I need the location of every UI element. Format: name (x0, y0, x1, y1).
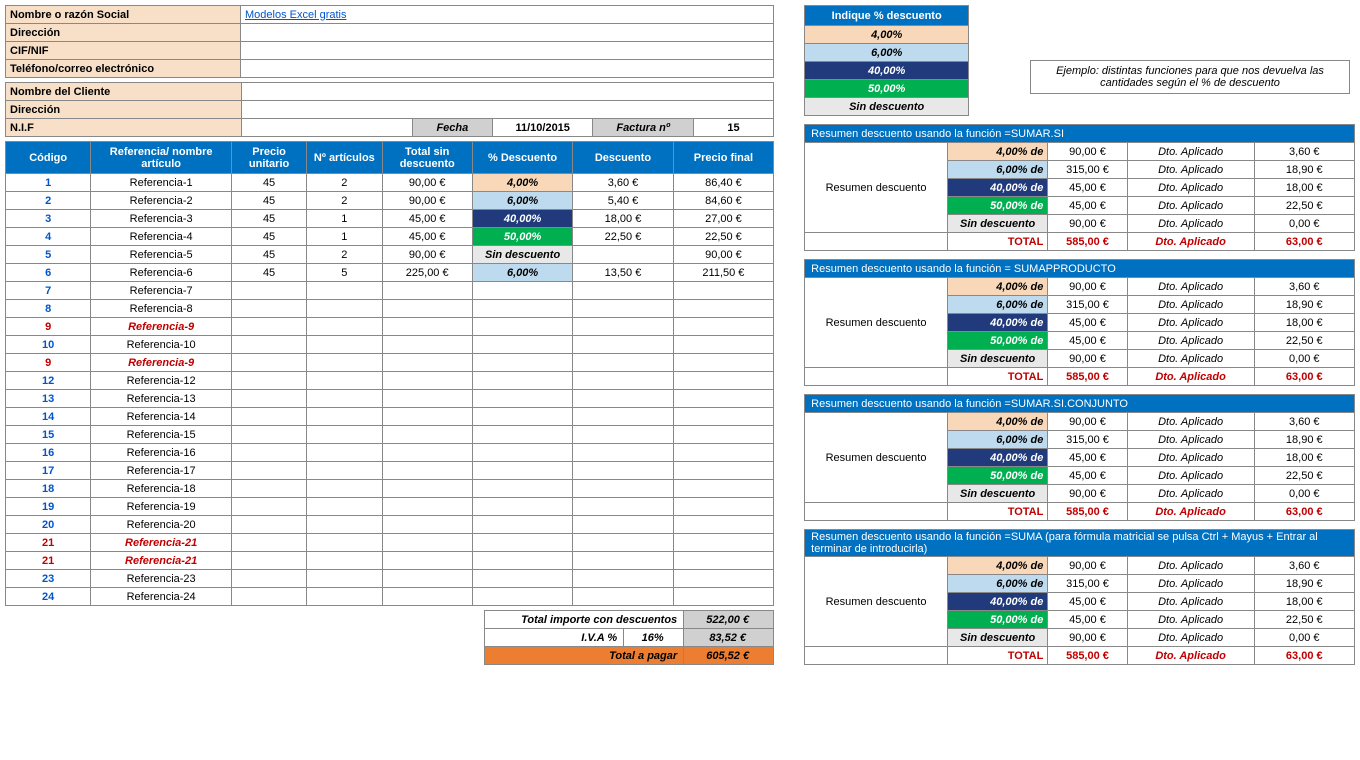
summary-block: Resumen descuento usando la función = SU… (804, 259, 1355, 386)
summary-block: Resumen descuento usando la función =SUM… (804, 394, 1355, 521)
header-desc: Descuento (573, 142, 673, 174)
legend-40: 40,00% (805, 62, 969, 80)
client-name-label: Nombre del Cliente (6, 83, 242, 101)
company-name-label: Nombre o razón Social (6, 6, 241, 24)
totals-table: Total importe con descuentos522,00 € I.V… (484, 610, 774, 665)
table-row: 12Referencia-12 (6, 372, 774, 390)
header-codigo: Código (6, 142, 91, 174)
table-row: 14Referencia-14 (6, 408, 774, 426)
legend-4: 4,00% (805, 26, 969, 44)
table-row: 20Referencia-20 (6, 516, 774, 534)
summary-block: Resumen descuento usando la función =SUM… (804, 124, 1355, 251)
header-tsd: Total sin descuento (382, 142, 472, 174)
fecha-value: 11/10/2015 (493, 119, 593, 137)
items-table: Código Referencia/ nombre artículo Preci… (5, 141, 774, 606)
header-pd: % Descuento (472, 142, 572, 174)
company-cif-label: CIF/NIF (6, 42, 241, 60)
header-na: Nº artículos (307, 142, 382, 174)
totals-iva-pct: 16% (624, 629, 684, 647)
table-row: 1Referencia-145290,00 €4,00%3,60 €86,40 … (6, 174, 774, 192)
summary-block: Resumen descuento usando la función =SUM… (804, 529, 1355, 665)
table-row: 23Referencia-23 (6, 570, 774, 588)
table-row: 16Referencia-16 (6, 444, 774, 462)
table-row: 15Referencia-15 (6, 426, 774, 444)
table-row: 21Referencia-21 (6, 552, 774, 570)
company-name-link[interactable]: Modelos Excel gratis (245, 9, 347, 21)
table-row: 10Referencia-10 (6, 336, 774, 354)
table-row: 21Referencia-21 (6, 534, 774, 552)
client-info: Nombre del Cliente Dirección N.I.F Fecha… (5, 82, 774, 137)
client-addr-label: Dirección (6, 101, 242, 119)
fecha-label: Fecha (412, 119, 492, 137)
example-note: Ejemplo: distintas funciones para que no… (1030, 60, 1350, 94)
factura-label: Factura nº (593, 119, 693, 137)
table-row: 24Referencia-24 (6, 588, 774, 606)
totals-iva-value: 83,52 € (684, 629, 774, 647)
company-info: Nombre o razón Social Modelos Excel grati… (5, 5, 774, 78)
totals-total-label: Total a pagar (485, 647, 684, 665)
legend-sin: Sin descuento (805, 98, 969, 116)
legend-6: 6,00% (805, 44, 969, 62)
table-row: 19Referencia-19 (6, 498, 774, 516)
table-row: 13Referencia-13 (6, 390, 774, 408)
discount-legend: Indique % descuento 4,00% 6,00% 40,00% 5… (804, 5, 969, 116)
header-ref: Referencia/ nombre artículo (91, 142, 232, 174)
table-row: 9Referencia-9 (6, 354, 774, 372)
table-row: 9Referencia-9 (6, 318, 774, 336)
discount-legend-title: Indique % descuento (805, 6, 969, 26)
totals-subtotal-value: 522,00 € (684, 611, 774, 629)
table-row: 2Referencia-245290,00 €6,00%5,40 €84,60 … (6, 192, 774, 210)
company-tel-label: Teléfono/correo electrónico (6, 60, 241, 78)
table-row: 8Referencia-8 (6, 300, 774, 318)
table-row: 17Referencia-17 (6, 462, 774, 480)
totals-total-value: 605,52 € (684, 647, 774, 665)
header-pu: Precio unitario (231, 142, 306, 174)
table-row: 6Referencia-6455225,00 €6,00%13,50 €211,… (6, 264, 774, 282)
table-row: 5Referencia-545290,00 €Sin descuento90,0… (6, 246, 774, 264)
table-row: 18Referencia-18 (6, 480, 774, 498)
totals-iva-label: I.V.A % (485, 629, 624, 647)
company-addr-label: Dirección (6, 24, 241, 42)
table-row: 3Referencia-345145,00 €40,00%18,00 €27,0… (6, 210, 774, 228)
table-row: 4Referencia-445145,00 €50,00%22,50 €22,5… (6, 228, 774, 246)
client-nif-label: N.I.F (6, 119, 242, 137)
factura-value: 15 (693, 119, 773, 137)
legend-50: 50,00% (805, 80, 969, 98)
totals-subtotal-label: Total importe con descuentos (485, 611, 684, 629)
header-pf: Precio final (673, 142, 773, 174)
table-row: 7Referencia-7 (6, 282, 774, 300)
